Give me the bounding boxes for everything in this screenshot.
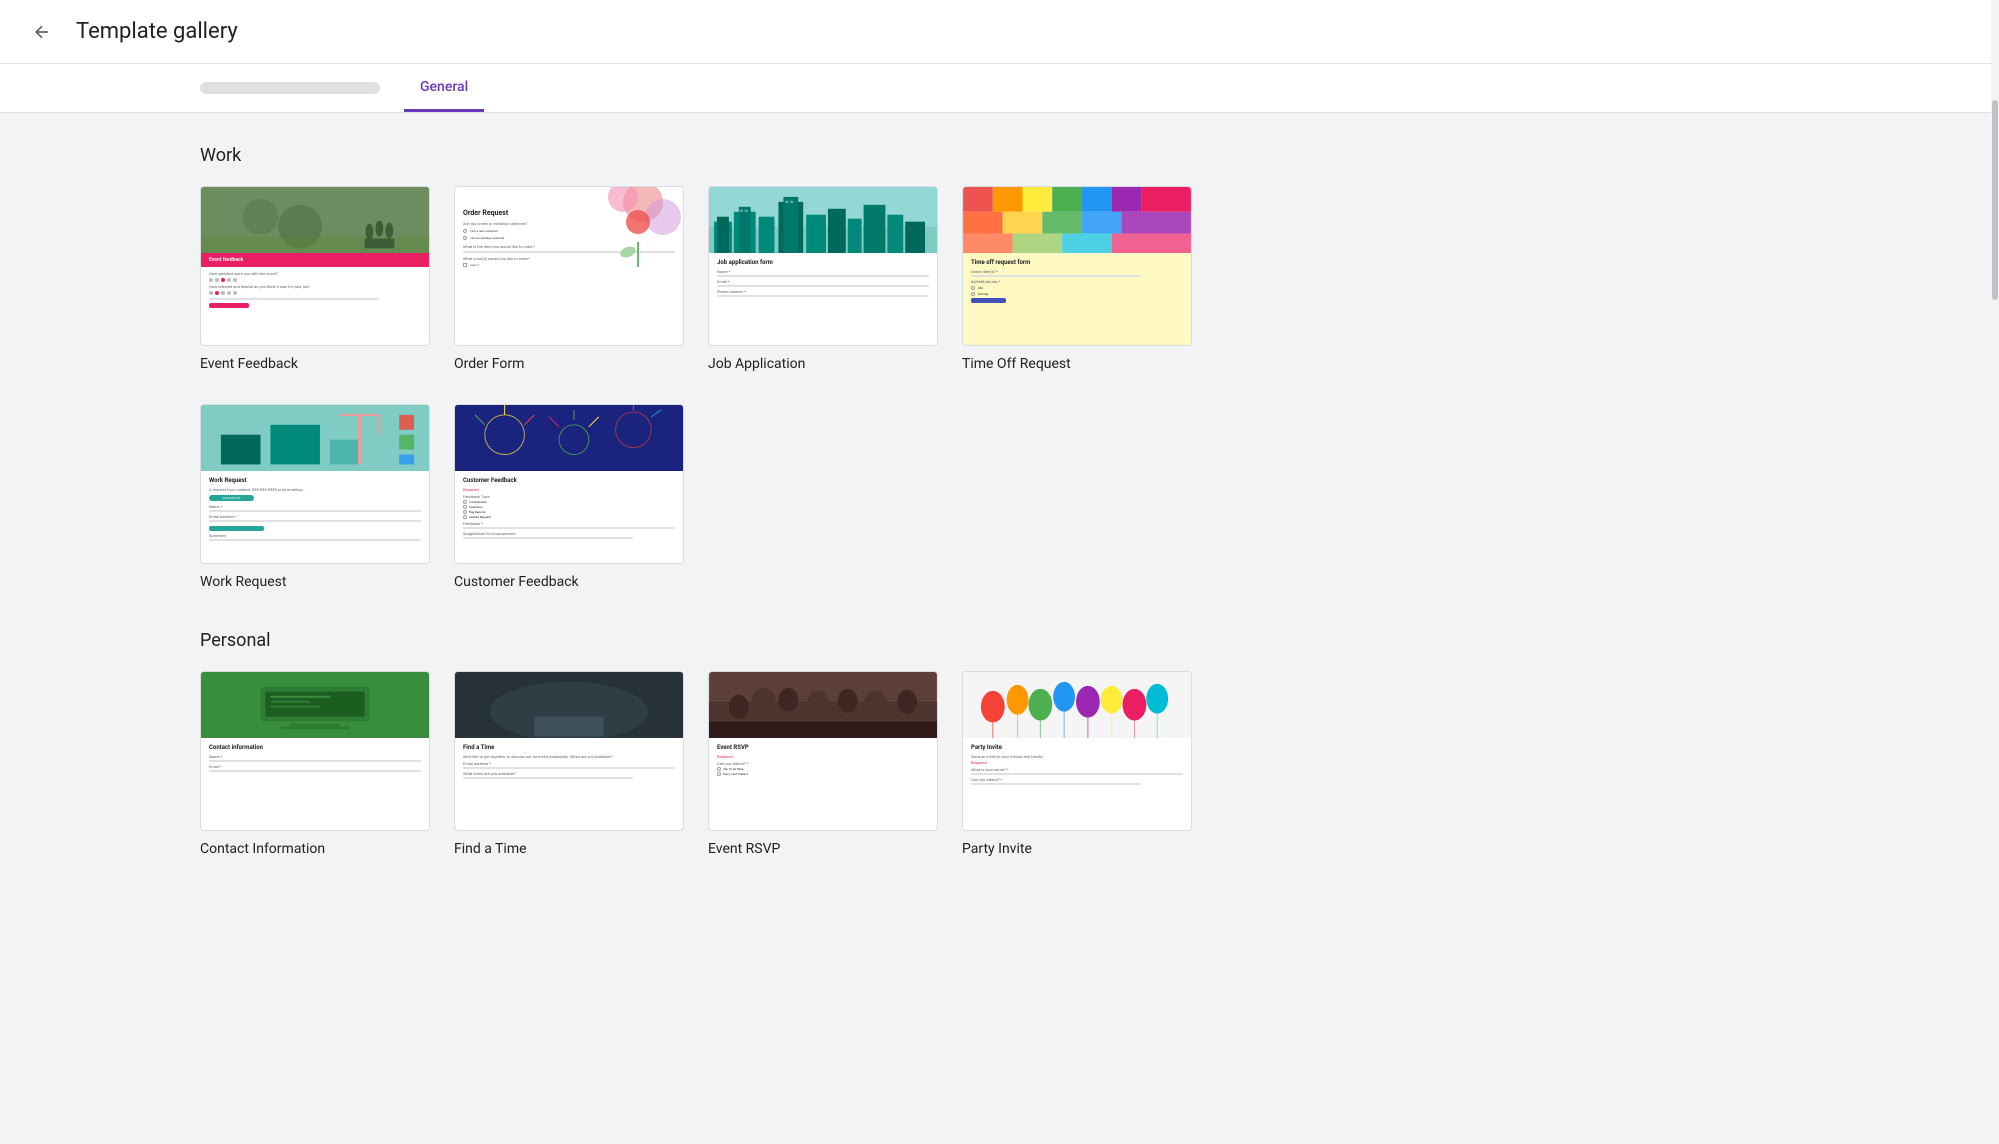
header: Template gallery [0, 0, 1999, 64]
personal-section: Personal [200, 630, 1799, 857]
find-time-thumb: Find a Time We'd like to get together to… [454, 671, 684, 831]
event-rsvp-thumb: Event RSVP Required Can you attend? * Ye… [708, 671, 938, 831]
template-event-feedback[interactable]: Event feedback How satisfied were you wi… [200, 186, 430, 372]
template-time-off[interactable]: Time off request form Leave date(s) * dd… [962, 186, 1192, 372]
work-template-grid: Event feedback How satisfied were you wi… [200, 186, 1799, 372]
template-event-rsvp[interactable]: Event RSVP Required Can you attend? * Ye… [708, 671, 938, 857]
work-section-title: Work [200, 145, 1799, 166]
back-button[interactable] [24, 14, 60, 50]
job-application-label: Job Application [708, 356, 938, 372]
customer-feedback-thumb: Customer Feedback Required Feedback Type… [454, 404, 684, 564]
contact-info-label: Contact Information [200, 841, 430, 857]
template-work-request[interactable]: Work Request A request form created: 555… [200, 404, 430, 590]
order-form-label: Order Form [454, 356, 684, 372]
work-request-thumb: Work Request A request form created: 555… [200, 404, 430, 564]
tab-general[interactable]: General [404, 64, 484, 112]
tabs-bar: General [0, 64, 1999, 113]
scrollbar-thumb[interactable] [1992, 100, 1998, 300]
work-request-label: Work Request [200, 574, 430, 590]
template-find-time[interactable]: Find a Time We'd like to get together to… [454, 671, 684, 857]
template-party-invite[interactable]: Party Invite Send an invite to your frie… [962, 671, 1192, 857]
main-content: Work [0, 113, 1999, 921]
template-order-form[interactable]: Order Request Are you a new or existing … [454, 186, 684, 372]
template-customer-feedback[interactable]: Customer Feedback Required Feedback Type… [454, 404, 684, 590]
customer-feedback-label: Customer Feedback [454, 574, 684, 590]
time-off-thumb: Time off request form Leave date(s) * dd… [962, 186, 1192, 346]
scrollbar[interactable] [1991, 0, 1999, 1144]
personal-section-title: Personal [200, 630, 1799, 651]
time-off-label: Time Off Request [962, 356, 1192, 372]
page-title: Template gallery [76, 19, 238, 44]
work-section: Work [200, 145, 1799, 590]
party-invite-label: Party Invite [962, 841, 1192, 857]
tab-blurred [200, 82, 380, 94]
template-job-application[interactable]: Job application form Name * Email * Phon… [708, 186, 938, 372]
event-feedback-label: Event Feedback [200, 356, 430, 372]
work-template-grid-2: Work Request A request form created: 555… [200, 404, 1799, 590]
template-contact-info[interactable]: Contact information Name * Email * Conta… [200, 671, 430, 857]
party-invite-thumb: Party Invite Send an invite to your frie… [962, 671, 1192, 831]
job-application-thumb: Job application form Name * Email * Phon… [708, 186, 938, 346]
event-rsvp-label: Event RSVP [708, 841, 938, 857]
contact-info-thumb: Contact information Name * Email * [200, 671, 430, 831]
order-form-thumb: Order Request Are you a new or existing … [454, 186, 684, 346]
find-time-label: Find a Time [454, 841, 684, 857]
personal-template-grid: Contact information Name * Email * Conta… [200, 671, 1799, 857]
event-feedback-thumb: Event feedback How satisfied were you wi… [200, 186, 430, 346]
